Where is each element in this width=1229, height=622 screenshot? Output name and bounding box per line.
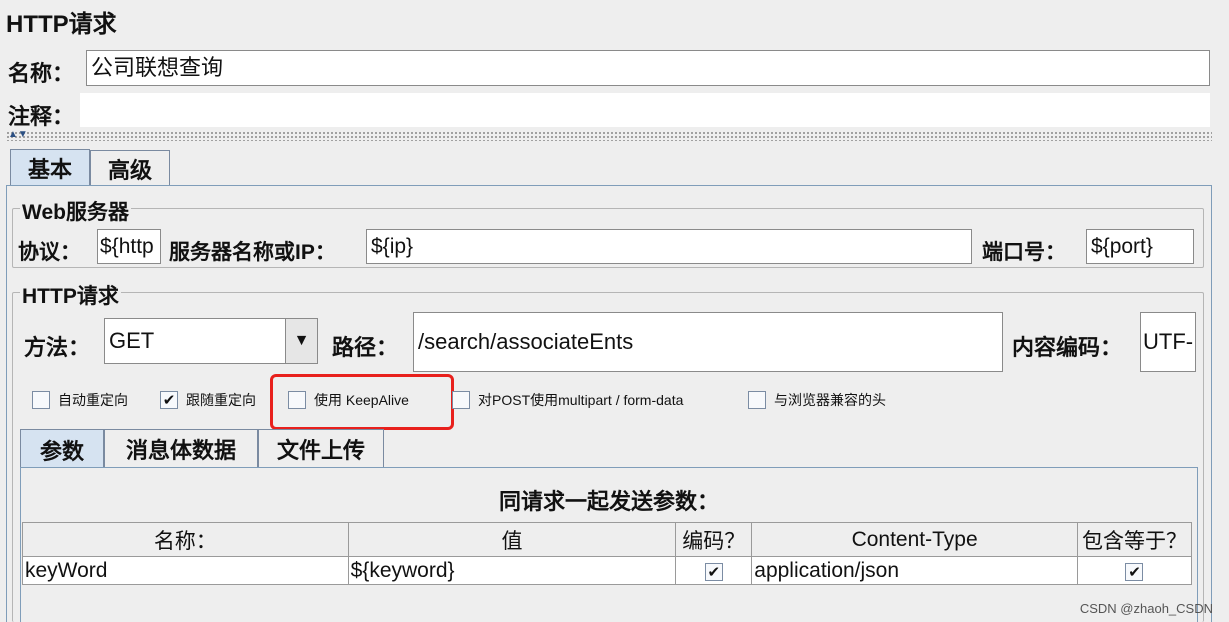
path-value: /search/associateEnts [418, 329, 634, 354]
http-request-title: HTTP请求 [20, 280, 121, 310]
port-value: ${port} [1091, 235, 1153, 258]
encoding-label: 内容编码： [1012, 335, 1123, 360]
checkbox-browser-headers[interactable]: 与浏览器兼容的头 [748, 390, 886, 410]
encoding-input[interactable]: UTF- [1140, 312, 1196, 372]
path-input[interactable]: /search/associateEnts [413, 312, 1003, 372]
tab-basic[interactable]: 基本 [10, 149, 90, 186]
server-value: ${ip} [371, 235, 414, 258]
column-header-encode[interactable]: 编码？ [675, 522, 753, 557]
table-header-row: 名称： 值 编码？ Content-Type 包含等于？ [22, 522, 1193, 557]
method-label: 方法： [24, 335, 91, 360]
port-label: 端口号： [982, 241, 1066, 264]
credit-watermark: CSDN @zhaoh_CSDN [1079, 601, 1213, 616]
checkmark-icon[interactable]: ✔ [704, 563, 723, 581]
column-header-value[interactable]: 值 [347, 522, 677, 557]
name-input[interactable]: 公司联想查询 [86, 50, 1210, 86]
checkbox-follow-redirect[interactable]: ✔ 跟随重定向 [160, 390, 256, 410]
splitter-arrows-icon[interactable]: ▲▼ [8, 130, 28, 140]
encoding-value: UTF- [1143, 329, 1194, 354]
tab-body-data-label: 消息体数据 [125, 437, 236, 463]
checkbox-label: 自动重定向 [58, 392, 128, 408]
web-server-title: Web服务器 [20, 196, 131, 226]
parameters-table: 名称： 值 编码？ Content-Type 包含等于？ keyWord ${k… [22, 522, 1193, 585]
path-label: 路径： [332, 335, 399, 360]
tab-advanced-label: 高级 [107, 157, 152, 183]
checkbox-box[interactable] [748, 391, 766, 409]
method-value: GET [109, 328, 155, 353]
checkmark-icon[interactable]: ✔ [160, 391, 178, 409]
checkbox-label: 对POST使用multipart / form-data [478, 392, 684, 408]
checkmark-icon[interactable]: ✔ [1125, 563, 1144, 581]
checkbox-box[interactable] [32, 391, 50, 409]
splitter-handle[interactable] [6, 131, 1212, 141]
checkbox-box[interactable] [288, 391, 306, 409]
param-name-cell[interactable]: keyWord [22, 556, 349, 585]
page-title: HTTP请求 [6, 11, 117, 38]
checkbox-auto-redirect[interactable]: 自动重定向 [32, 390, 128, 410]
server-input[interactable]: ${ip} [366, 229, 972, 264]
name-label: 名称： [8, 61, 75, 86]
name-input-value: 公司联想查询 [91, 55, 224, 80]
chevron-down-icon[interactable]: ▼ [285, 319, 317, 363]
column-header-include-equals[interactable]: 包含等于？ [1076, 522, 1193, 557]
checkbox-keepalive[interactable]: 使用 KeepAlive [288, 390, 409, 410]
column-header-content-type[interactable]: Content-Type [751, 522, 1078, 557]
port-input[interactable]: ${port} [1086, 229, 1194, 264]
comment-label: 注释： [8, 104, 75, 129]
param-encode-cell[interactable]: ✔ [675, 556, 753, 585]
param-include-equals-cell[interactable]: ✔ [1076, 556, 1193, 585]
table-row[interactable]: keyWord ${keyword} ✔ application/json ✔ [22, 556, 1193, 585]
server-label: 服务器名称或IP： [169, 241, 336, 264]
protocol-label: 协议： [18, 241, 81, 264]
tab-parameters-label: 参数 [39, 438, 84, 464]
method-select[interactable]: GET ▼ [104, 318, 318, 364]
parameters-heading: 同请求一起发送参数： [498, 489, 719, 514]
comment-input[interactable] [80, 93, 1210, 127]
tab-parameters[interactable]: 参数 [20, 429, 104, 469]
checkbox-label: 与浏览器兼容的头 [774, 392, 886, 408]
checkbox-box[interactable] [452, 391, 470, 409]
checkbox-multipart[interactable]: 对POST使用multipart / form-data [452, 390, 683, 410]
param-value-cell[interactable]: ${keyword} [347, 556, 677, 585]
tab-body-data[interactable]: 消息体数据 [104, 429, 258, 467]
column-header-name[interactable]: 名称： [22, 522, 349, 557]
param-content-type-cell[interactable]: application/json [751, 556, 1078, 585]
protocol-value: ${http [100, 235, 154, 258]
protocol-input[interactable]: ${http [97, 229, 161, 264]
tab-advanced[interactable]: 高级 [90, 150, 170, 186]
tab-basic-label: 基本 [27, 157, 72, 182]
checkbox-label: 跟随重定向 [186, 392, 256, 408]
tab-file-upload-label: 文件上传 [276, 437, 365, 463]
checkbox-label: 使用 KeepAlive [314, 392, 409, 408]
tab-file-upload[interactable]: 文件上传 [258, 429, 384, 467]
